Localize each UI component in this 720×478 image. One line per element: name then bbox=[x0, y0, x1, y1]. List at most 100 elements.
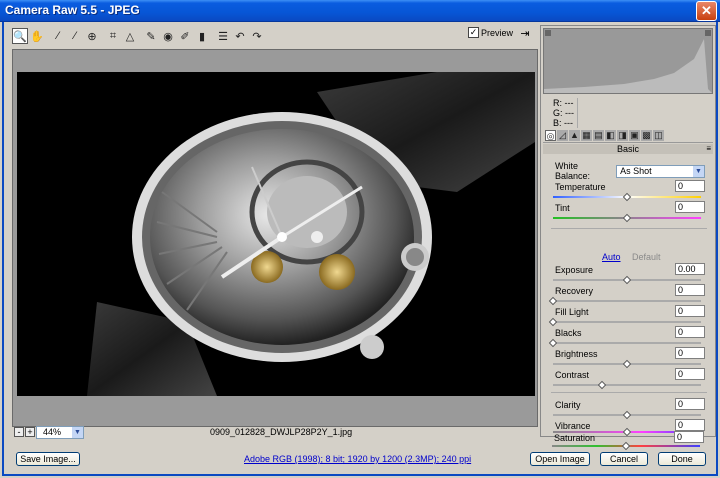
crop-tool-icon[interactable]: ⌗ bbox=[105, 28, 121, 44]
tab-lens-corrections[interactable]: ◧ bbox=[605, 130, 616, 141]
brightness-label: Brightness bbox=[555, 349, 598, 359]
saturation-slider[interactable] bbox=[552, 441, 700, 451]
exposure-slider[interactable] bbox=[553, 275, 701, 285]
done-button[interactable]: Done bbox=[658, 452, 706, 466]
red-eye-tool-icon[interactable]: ◉ bbox=[160, 28, 176, 44]
vibrance-label: Vibrance bbox=[555, 421, 591, 431]
blacks-slider-thumb[interactable] bbox=[548, 338, 558, 348]
straighten-tool-icon[interactable]: △ bbox=[122, 28, 138, 44]
tab-snapshots[interactable]: ◫ bbox=[653, 130, 664, 141]
recovery-label: Recovery bbox=[555, 286, 594, 296]
tool-bar: 🔍 ✋ ⁄ ⁄ ⊕ ⌗ △ ✎ ◉ ✐ ▮ ☰ ↶ ↷ bbox=[12, 25, 540, 47]
contrast-field[interactable]: 0 bbox=[675, 368, 705, 380]
white-balance-row: White Balance: As Shot ▼ bbox=[555, 161, 705, 181]
contrast-label: Contrast bbox=[555, 370, 590, 380]
tab-split-toning[interactable]: ▤ bbox=[593, 130, 604, 141]
save-image-button[interactable]: Save Image... bbox=[16, 452, 80, 466]
recovery-field[interactable]: 0 bbox=[675, 284, 705, 296]
tint-slider-thumb[interactable] bbox=[622, 213, 632, 223]
rotate-left-tool-icon[interactable]: ↶ bbox=[232, 28, 248, 44]
chevron-down-icon: ▼ bbox=[72, 427, 83, 438]
graduated-filter-tool-icon[interactable]: ▮ bbox=[194, 28, 210, 44]
hand-tool-icon[interactable]: ✋ bbox=[29, 28, 45, 44]
brightness-field[interactable]: 0 bbox=[675, 347, 705, 359]
open-image-button[interactable]: Open Image bbox=[530, 452, 590, 466]
color-sampler-tool-icon[interactable]: ⁄ bbox=[67, 28, 83, 44]
workflow-options-link[interactable]: Adobe RGB (1998); 8 bit; 1920 by 1200 (2… bbox=[244, 454, 471, 464]
adjustments-panel: R: --- G: --- B: --- ◎ ◿ ▲ ▦ ▤ ◧ ◨ ▣ ▩ ◫… bbox=[540, 25, 716, 437]
temperature-label: Temperature bbox=[555, 182, 606, 192]
tint-label: Tint bbox=[555, 203, 570, 213]
temperature-slider-thumb[interactable] bbox=[622, 192, 632, 202]
fill-light-field[interactable]: 0 bbox=[675, 305, 705, 317]
tab-camera-calibration[interactable]: ▣ bbox=[629, 130, 640, 141]
clarity-field[interactable]: 0 bbox=[675, 398, 705, 410]
temperature-slider[interactable] bbox=[553, 192, 701, 202]
auto-link[interactable]: Auto bbox=[602, 252, 621, 262]
default-link[interactable]: Default bbox=[632, 252, 661, 262]
spot-removal-tool-icon[interactable]: ✎ bbox=[143, 28, 159, 44]
zoom-bar: - + 44% ▼ 0909_012828_DWJLP28P2Y_1.jpg bbox=[12, 426, 538, 440]
contrast-slider[interactable] bbox=[553, 380, 701, 390]
tab-tone-curve[interactable]: ◿ bbox=[557, 130, 568, 141]
contrast-slider-thumb[interactable] bbox=[597, 380, 607, 390]
zoom-level-select[interactable]: 44% ▼ bbox=[36, 426, 84, 439]
recovery-slider-thumb[interactable] bbox=[548, 296, 558, 306]
zoom-tool-icon[interactable]: 🔍 bbox=[12, 28, 28, 44]
tab-detail[interactable]: ▲ bbox=[569, 130, 580, 141]
blue-readout: B: --- bbox=[553, 118, 573, 128]
panel-header: Basic ≡ bbox=[543, 144, 713, 154]
brightness-slider-thumb[interactable] bbox=[622, 359, 632, 369]
tab-effects[interactable]: ◨ bbox=[617, 130, 628, 141]
fill-light-label: Fill Light bbox=[555, 307, 589, 317]
histogram bbox=[543, 28, 713, 94]
white-balance-label: White Balance: bbox=[555, 161, 591, 181]
saturation-field[interactable]: 0 bbox=[674, 431, 704, 443]
blacks-field[interactable]: 0 bbox=[675, 326, 705, 338]
histogram-graph-icon bbox=[544, 39, 712, 93]
blacks-slider[interactable] bbox=[548, 338, 701, 348]
preferences-tool-icon[interactable]: ☰ bbox=[215, 28, 231, 44]
recovery-slider[interactable] bbox=[548, 296, 701, 306]
vibrance-slider-thumb[interactable] bbox=[622, 427, 632, 437]
adjustment-brush-tool-icon[interactable]: ✐ bbox=[177, 28, 193, 44]
window-close-button[interactable]: ✕ bbox=[696, 1, 717, 21]
tab-presets[interactable]: ▩ bbox=[641, 130, 652, 141]
zoom-in-button[interactable]: + bbox=[25, 427, 35, 437]
fullscreen-icon[interactable]: ⇥ bbox=[518, 26, 532, 40]
white-balance-tool-icon[interactable]: ⁄ bbox=[50, 28, 66, 44]
window-title: Camera Raw 5.5 - JPEG bbox=[5, 3, 140, 17]
panel-tabs: ◎ ◿ ▲ ▦ ▤ ◧ ◨ ▣ ▩ ◫ bbox=[543, 129, 713, 143]
targeted-adjustment-tool-icon[interactable]: ⊕ bbox=[84, 28, 100, 44]
saturation-slider-thumb[interactable] bbox=[621, 441, 631, 451]
temperature-field[interactable]: 0 bbox=[675, 180, 705, 192]
fill-light-slider-thumb[interactable] bbox=[548, 317, 558, 327]
title-bar: Camera Raw 5.5 - JPEG ✕ bbox=[0, 0, 720, 22]
rotate-right-tool-icon[interactable]: ↷ bbox=[249, 28, 265, 44]
fill-light-slider[interactable] bbox=[548, 317, 701, 327]
brightness-slider[interactable] bbox=[553, 359, 701, 369]
rgb-readout: R: --- G: --- B: --- bbox=[553, 98, 574, 128]
photo-preview bbox=[17, 72, 535, 396]
vibrance-field[interactable]: 0 bbox=[675, 419, 705, 431]
preview-toggle[interactable]: ✓ Preview bbox=[468, 27, 513, 38]
tab-basic[interactable]: ◎ bbox=[545, 130, 556, 141]
close-icon: ✕ bbox=[701, 3, 712, 18]
preview-checkbox[interactable]: ✓ bbox=[468, 27, 479, 38]
watch-photo-icon bbox=[87, 72, 535, 396]
image-canvas[interactable] bbox=[12, 49, 538, 427]
clarity-slider[interactable] bbox=[553, 410, 701, 420]
exposure-field[interactable]: 0.00 bbox=[675, 263, 705, 275]
tint-field[interactable]: 0 bbox=[675, 201, 705, 213]
green-readout: G: --- bbox=[553, 108, 574, 118]
cancel-button[interactable]: Cancel bbox=[600, 452, 648, 466]
tab-hsl[interactable]: ▦ bbox=[581, 130, 592, 141]
white-balance-select[interactable]: As Shot ▼ bbox=[616, 164, 705, 178]
preview-label: Preview bbox=[481, 27, 514, 38]
white-balance-value: As Shot bbox=[620, 165, 652, 176]
zoom-out-button[interactable]: - bbox=[14, 427, 24, 437]
clarity-slider-thumb[interactable] bbox=[622, 410, 632, 420]
tint-slider[interactable] bbox=[553, 213, 701, 223]
exposure-slider-thumb[interactable] bbox=[622, 275, 632, 285]
panel-menu-icon[interactable]: ≡ bbox=[706, 144, 711, 154]
